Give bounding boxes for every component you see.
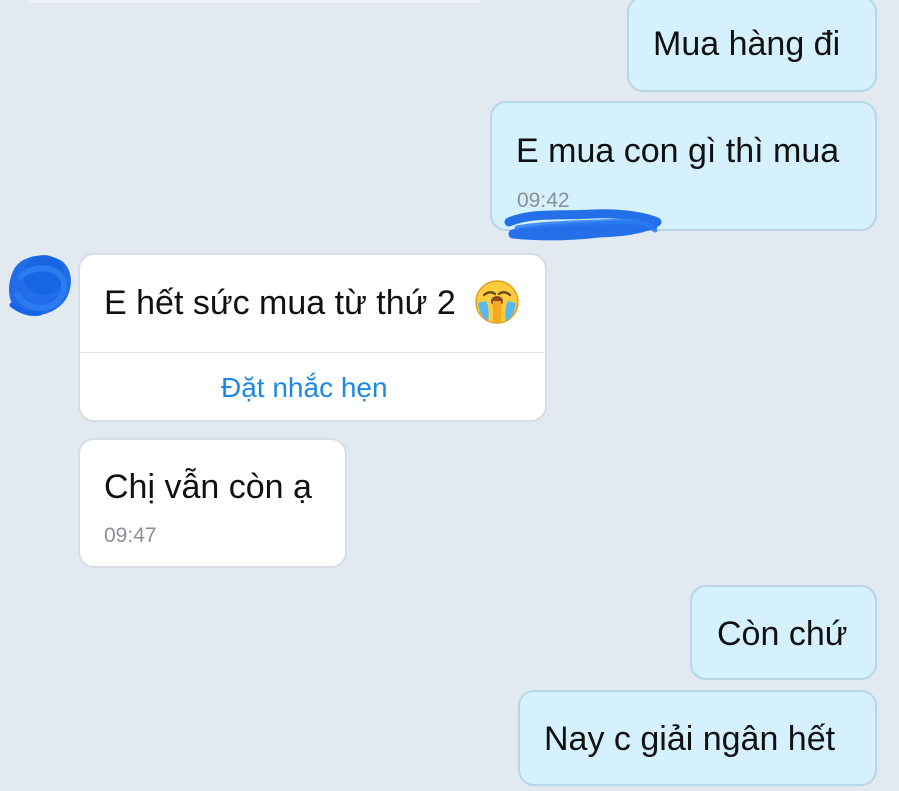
message-bubble-outgoing[interactable]: Nay c giải ngân hết xyxy=(518,690,877,786)
message-text: Còn chứ xyxy=(717,615,848,653)
bubble-divider xyxy=(80,352,545,353)
chat-thread[interactable]: Mua hàng đi E mua con gì thì mua 09:42 E… xyxy=(0,0,899,791)
message-bubble-incoming[interactable]: Chị vẫn còn ạ 09:47 xyxy=(78,438,347,568)
message-text: E mua con gì thì mua xyxy=(516,132,840,170)
set-reminder-button[interactable]: Đặt nhắc hẹn xyxy=(221,372,388,404)
message-text: Chị vẫn còn ạ xyxy=(104,468,312,506)
message-text: Nay c giải ngân hết xyxy=(544,720,836,758)
top-edge-strip xyxy=(30,0,480,3)
sender-avatar xyxy=(9,255,71,316)
message-bubble-outgoing[interactable]: Mua hàng đi xyxy=(627,0,877,92)
message-bubble-outgoing[interactable]: Còn chứ xyxy=(690,585,877,680)
message-text: Mua hàng đi xyxy=(653,25,841,63)
message-timestamp: 09:47 xyxy=(104,524,157,547)
crying-face-emoji xyxy=(475,280,519,324)
redaction-scribble xyxy=(504,209,662,241)
message-bubble-incoming[interactable]: E hết sức mua từ thứ 2 Đặt nhắc hẹn xyxy=(78,253,547,422)
message-text: E hết sức mua từ thứ 2 xyxy=(104,284,456,322)
